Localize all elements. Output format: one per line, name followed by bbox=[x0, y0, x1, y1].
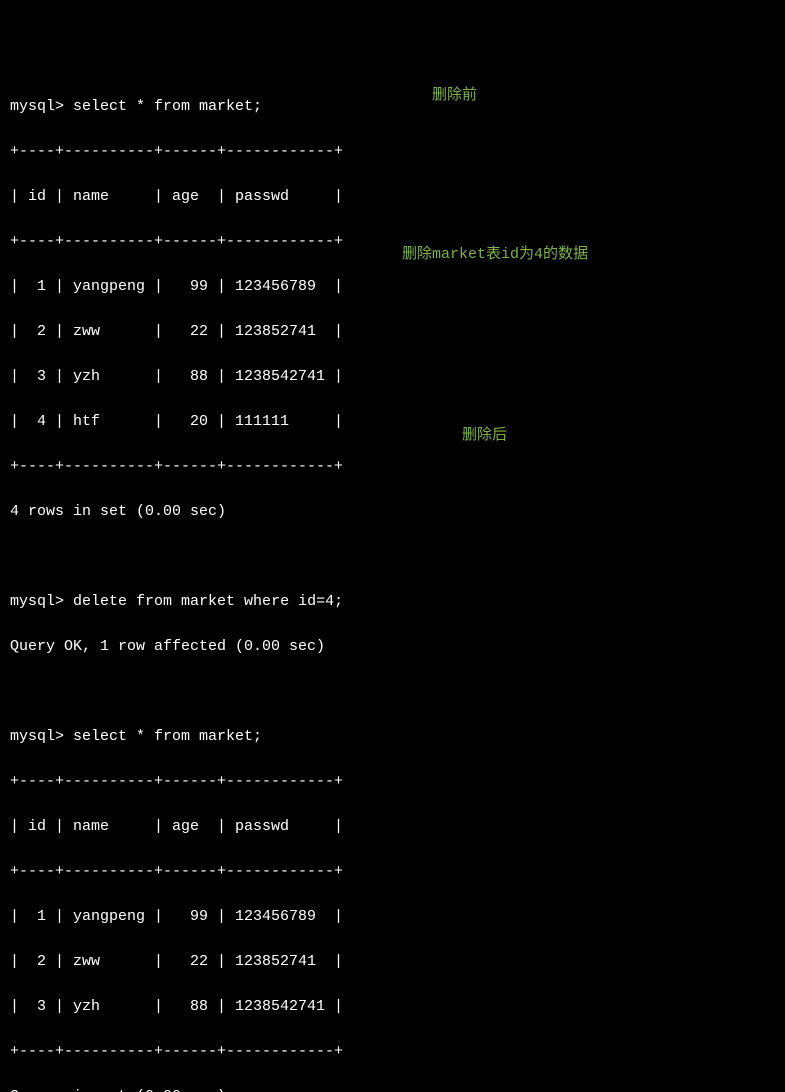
query3-text: select * from market; bbox=[73, 728, 262, 745]
table1-header: | id | name | age | passwd | bbox=[10, 186, 775, 209]
table1-footer: 4 rows in set (0.00 sec) bbox=[10, 501, 775, 524]
query3-line: mysql> select * from market; bbox=[10, 726, 775, 749]
table1-border-mid: +----+----------+------+------------+ bbox=[10, 231, 775, 254]
query1-text: select * from market; bbox=[73, 98, 262, 115]
query2-text: delete from market where id=4; bbox=[73, 593, 343, 610]
table1-border-bottom: +----+----------+------+------------+ bbox=[10, 456, 775, 479]
annotation-before-delete: 删除前 bbox=[432, 85, 477, 108]
table2-border-top: +----+----------+------+------------+ bbox=[10, 771, 775, 794]
blank-line bbox=[10, 681, 775, 704]
mysql-prompt: mysql> bbox=[10, 593, 64, 610]
table2-border-mid: +----+----------+------+------------+ bbox=[10, 861, 775, 884]
table2-footer: 3 rows in set (0.00 sec) bbox=[10, 1086, 775, 1092]
table2-row: | 3 | yzh | 88 | 1238542741 | bbox=[10, 996, 775, 1019]
mysql-prompt: mysql> bbox=[10, 728, 64, 745]
table2-row: | 2 | zww | 22 | 123852741 | bbox=[10, 951, 775, 974]
table1-row: | 2 | zww | 22 | 123852741 | bbox=[10, 321, 775, 344]
table1-row: | 1 | yangpeng | 99 | 123456789 | bbox=[10, 276, 775, 299]
table2-border-bottom: +----+----------+------+------------+ bbox=[10, 1041, 775, 1064]
query2-line: mysql> delete from market where id=4; bbox=[10, 591, 775, 614]
mysql-prompt: mysql> bbox=[10, 98, 64, 115]
blank-line bbox=[10, 546, 775, 569]
table1-border-top: +----+----------+------+------------+ bbox=[10, 141, 775, 164]
table1-row: | 3 | yzh | 88 | 1238542741 | bbox=[10, 366, 775, 389]
query2-result: Query OK, 1 row affected (0.00 sec) bbox=[10, 636, 775, 659]
table2-header: | id | name | age | passwd | bbox=[10, 816, 775, 839]
table2-row: | 1 | yangpeng | 99 | 123456789 | bbox=[10, 906, 775, 929]
annotation-after-delete: 删除后 bbox=[462, 425, 507, 448]
table1-row: | 4 | htf | 20 | 111111 | bbox=[10, 411, 775, 434]
annotation-delete-comment: 删除market表id为4的数据 bbox=[402, 244, 588, 267]
query1-line: mysql> select * from market; bbox=[10, 96, 775, 119]
